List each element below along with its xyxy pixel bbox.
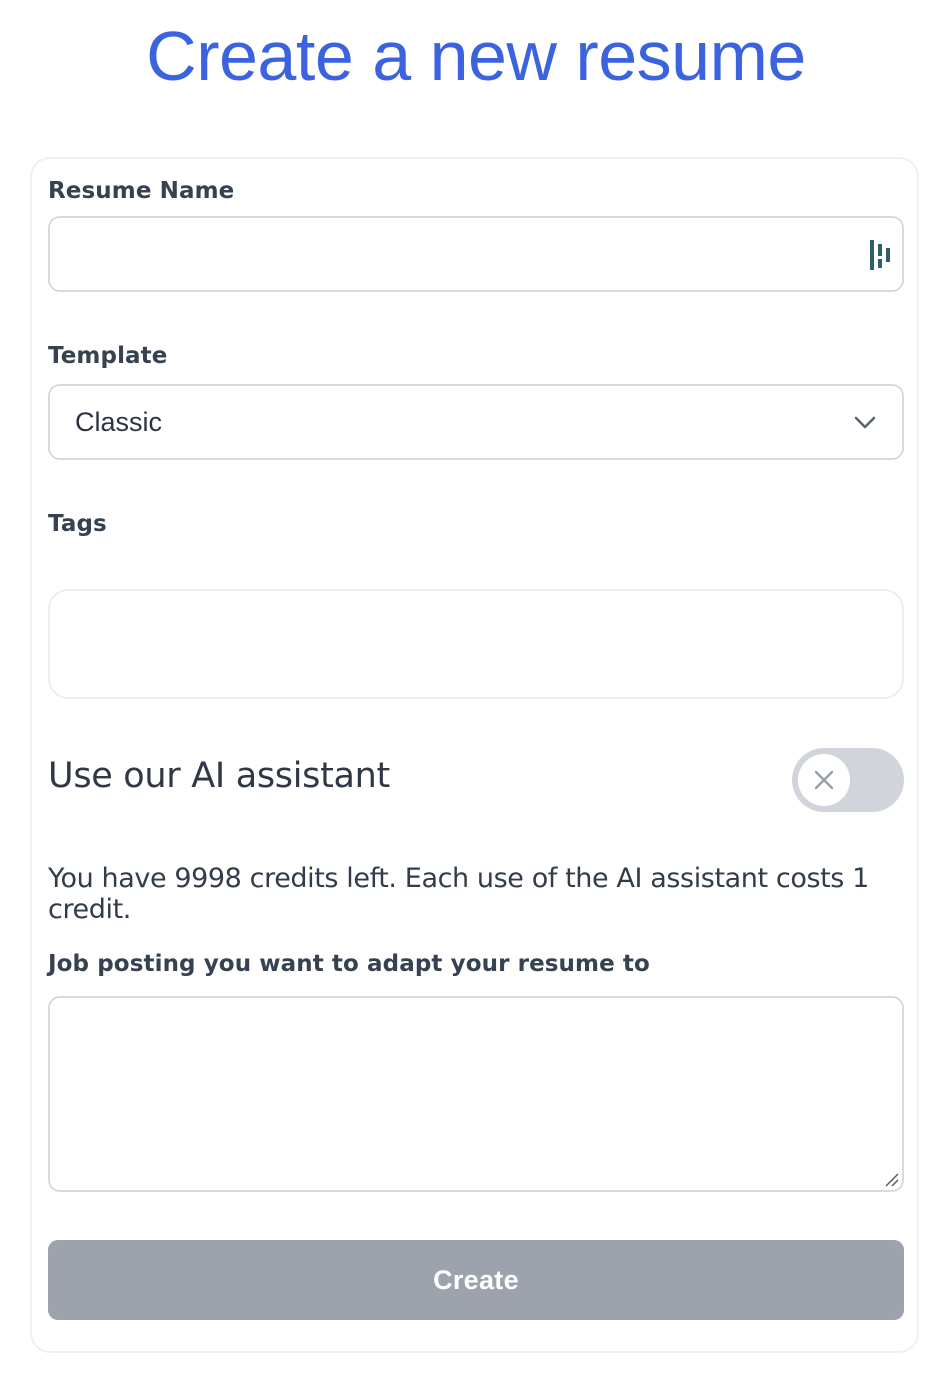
credits-info: You have 9998 credits left. Each use of … — [48, 863, 869, 925]
template-selected-value: Classic — [75, 407, 163, 437]
template-select[interactable]: Classic — [48, 384, 904, 460]
job-posting-label: Job posting you want to adapt your resum… — [48, 951, 650, 977]
ai-assistant-heading: Use our AI assistant — [48, 756, 390, 796]
create-resume-page: Create a new resume Resume Name Template… — [0, 0, 952, 1384]
ai-assistant-toggle[interactable] — [792, 748, 904, 812]
close-icon — [814, 770, 834, 790]
resume-name-label: Resume Name — [48, 178, 235, 204]
tags-input[interactable] — [48, 589, 904, 699]
job-posting-textarea[interactable] — [48, 996, 904, 1192]
chevron-down-icon — [854, 412, 876, 432]
template-label: Template — [48, 343, 168, 369]
create-button[interactable]: Create — [48, 1240, 904, 1320]
page-title: Create a new resume — [146, 17, 806, 95]
toggle-knob — [798, 754, 850, 806]
resize-grip-icon[interactable] — [883, 1171, 899, 1187]
tags-label: Tags — [48, 511, 107, 537]
resume-name-input[interactable] — [48, 216, 904, 292]
password-manager-icon[interactable] — [870, 240, 892, 270]
resume-name-field[interactable] — [70, 218, 854, 292]
